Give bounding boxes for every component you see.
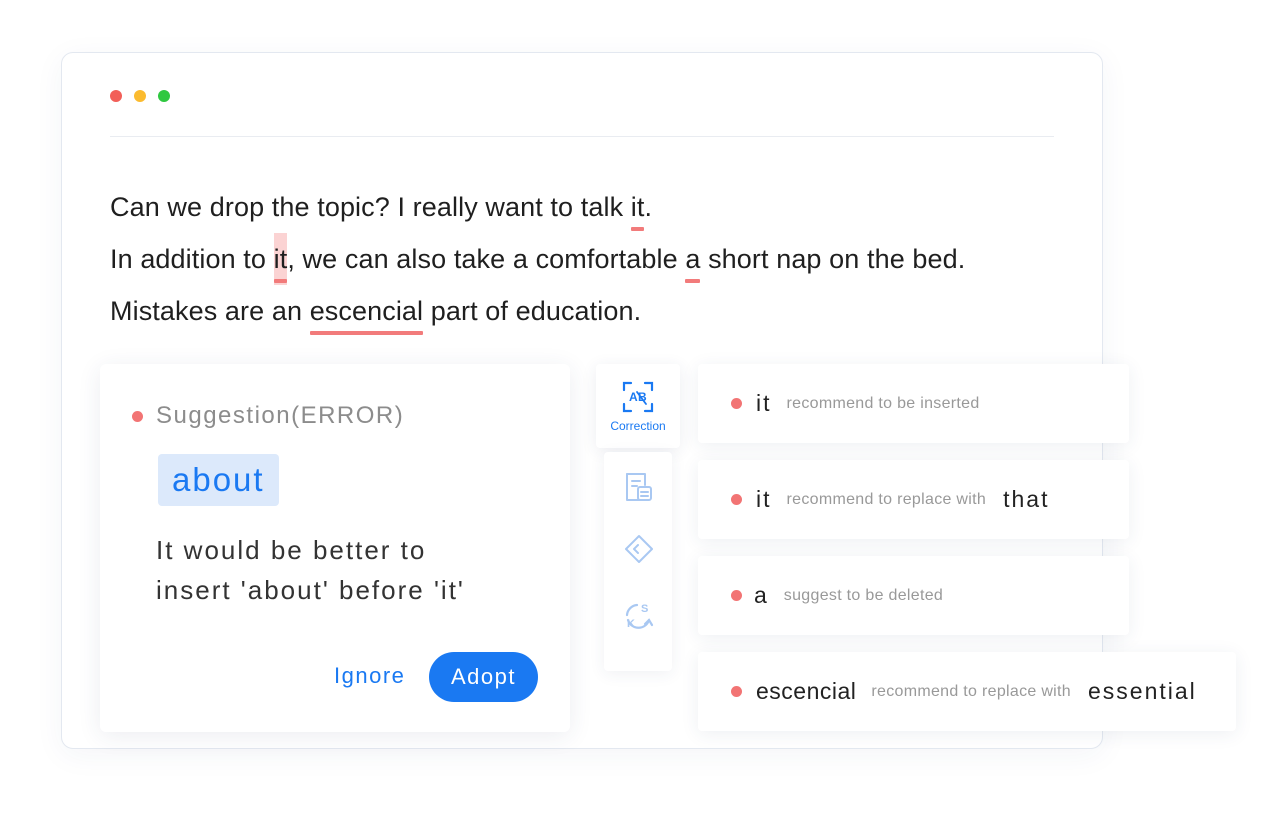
error-mark-it-1[interactable]: it — [630, 181, 645, 233]
correction-icon: A B — [622, 381, 654, 413]
issue-word: escencial — [756, 678, 857, 704]
text-segment: Can we drop the topic? I really want to … — [110, 192, 631, 222]
issue-replacement: essential — [1087, 678, 1197, 704]
issue-message: recommend to be inserted — [786, 394, 980, 412]
issue-card[interactable]: a suggest to be deleted — [698, 556, 1129, 635]
suggestion-description: It would be better to insert 'about' bef… — [156, 530, 536, 610]
issue-message: recommend to replace with — [786, 490, 987, 508]
error-dot-icon — [731, 590, 742, 601]
editor-line-2: In addition to it, we can also take a co… — [110, 233, 965, 285]
tool-correction-label: Correction — [610, 419, 666, 433]
suggestion-header: Suggestion(ERROR) — [132, 402, 404, 430]
issue-replacement: that — [1003, 486, 1050, 512]
editor-line-1: Can we drop the topic? I really want to … — [110, 181, 965, 233]
svg-text:K: K — [627, 618, 635, 630]
maximize-window-button[interactable] — [158, 90, 170, 102]
header-divider — [110, 136, 1054, 137]
error-dot-icon — [132, 410, 143, 422]
suggested-word: about — [158, 454, 279, 506]
text-segment: In addition to — [110, 244, 274, 274]
editor-line-3: Mistakes are an escencial part of educat… — [110, 285, 965, 337]
suggestion-card: Suggestion(ERROR) about It would be bett… — [100, 364, 570, 732]
issue-word: it — [756, 486, 772, 512]
window-controls — [110, 90, 170, 102]
tool-sidebar: S K — [604, 452, 672, 671]
svg-text:S: S — [641, 603, 648, 615]
text-editor[interactable]: Can we drop the topic? I really want to … — [110, 181, 965, 337]
text-segment: short nap on the bed. — [700, 244, 966, 274]
ignore-button[interactable]: Ignore — [334, 663, 405, 689]
error-mark-a[interactable]: a — [685, 233, 701, 285]
error-mark-escencial[interactable]: escencial — [309, 285, 424, 337]
text-segment: , we can also take a comfortable — [287, 244, 686, 274]
issue-card[interactable]: escencial recommend to replace with esse… — [698, 652, 1236, 731]
error-mark-it-2[interactable]: it — [273, 233, 288, 285]
adopt-button[interactable]: Adopt — [429, 652, 538, 702]
text-segment: Mistakes are an — [110, 296, 310, 326]
close-window-button[interactable] — [110, 90, 122, 102]
issue-card[interactable]: it recommend to be inserted — [698, 364, 1129, 443]
error-dot-icon — [731, 398, 742, 409]
tool-correction-tab[interactable]: A B Correction — [596, 364, 680, 448]
text-segment: . — [644, 192, 653, 222]
issue-word: a — [754, 582, 769, 608]
svg-text:B: B — [638, 390, 647, 404]
issue-message: recommend to replace with — [871, 682, 1071, 700]
error-dot-icon — [731, 686, 742, 697]
tag-icon[interactable] — [624, 534, 654, 564]
text-segment: part of education. — [423, 296, 642, 326]
issue-card[interactable]: it recommend to replace with that — [698, 460, 1129, 539]
issue-message: suggest to be deleted — [783, 586, 944, 604]
minimize-window-button[interactable] — [134, 90, 146, 102]
suggestion-type-label: Suggestion(ERROR) — [156, 402, 405, 429]
error-dot-icon — [731, 494, 742, 505]
suggestion-description-line: insert 'about' before 'it' — [156, 575, 465, 605]
suggestion-description-line: It would be better to — [156, 535, 427, 565]
document-icon[interactable] — [624, 472, 654, 504]
sync-icon[interactable]: S K — [624, 600, 654, 632]
issue-word: it — [756, 390, 772, 416]
